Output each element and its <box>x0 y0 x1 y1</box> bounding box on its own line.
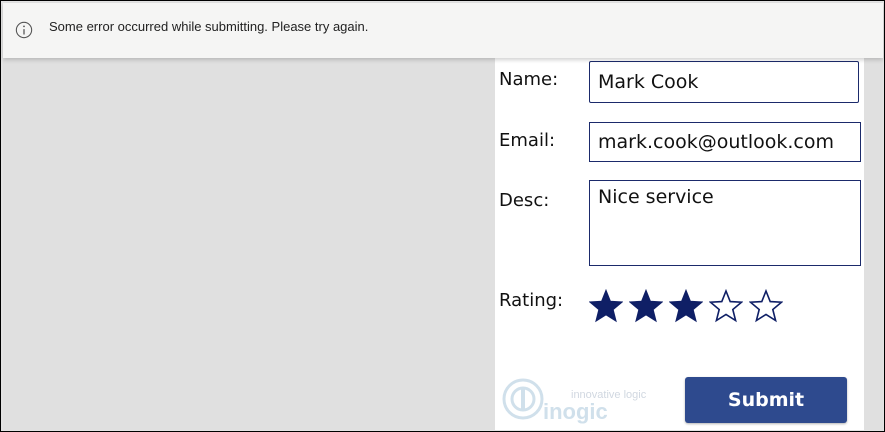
desc-textarea[interactable]: Nice service <box>589 180 861 266</box>
star-empty-icon[interactable] <box>709 289 743 323</box>
feedback-form: Name: Email: Desc: Nice service Rating: … <box>495 58 864 430</box>
submit-button[interactable]: Submit <box>685 377 847 423</box>
name-label: Name: <box>499 69 559 90</box>
star-filled-icon[interactable] <box>629 289 663 323</box>
desc-label: Desc: <box>499 190 550 211</box>
right-blank-strip <box>864 58 883 430</box>
logo-brand: inogic <box>543 399 608 424</box>
star-filled-icon[interactable] <box>669 289 703 323</box>
inogic-logo: innovative logic inogic <box>502 378 647 424</box>
rating-stars <box>589 289 783 323</box>
email-label: Email: <box>499 130 556 151</box>
info-icon <box>15 21 33 39</box>
rating-label: Rating: <box>499 290 564 311</box>
email-input[interactable] <box>589 122 861 162</box>
star-empty-icon[interactable] <box>749 289 783 323</box>
error-notification-bar: Some error occurred while submitting. Pl… <box>3 3 883 58</box>
left-blank-panel <box>3 58 495 430</box>
name-input[interactable] <box>589 61 859 103</box>
notification-message: Some error occurred while submitting. Pl… <box>49 19 369 34</box>
app-window: Some error occurred while submitting. Pl… <box>0 0 885 432</box>
star-filled-icon[interactable] <box>589 289 623 323</box>
